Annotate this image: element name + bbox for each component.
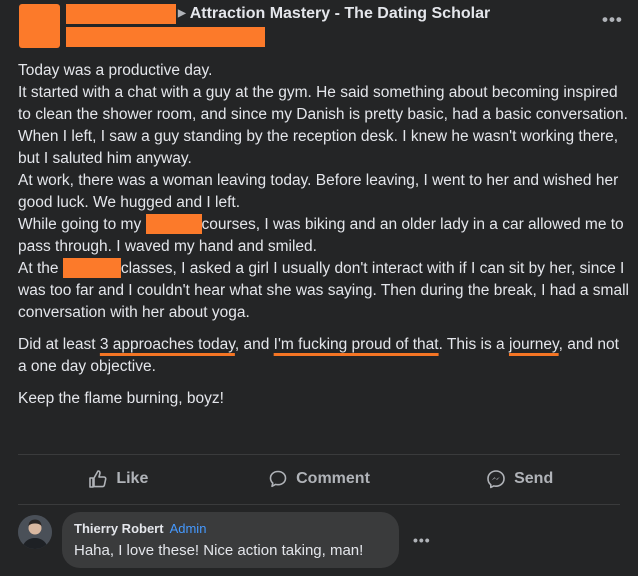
post-card: ▶ Attraction Mastery - The Dating Scholar…	[0, 0, 638, 576]
group-link[interactable]: ▶ Attraction Mastery - The Dating Scholar	[178, 5, 490, 23]
avatar[interactable]	[18, 515, 52, 549]
body-text-part: While going to my	[18, 216, 146, 233]
post-body: Today was a productive day. It started w…	[18, 60, 630, 410]
redacted-post-meta	[66, 27, 265, 47]
body-line: Did at least 3 approaches today, and I'm…	[18, 334, 630, 378]
comment-header: Thierry Robert Admin	[74, 521, 206, 536]
highlighted-text: 3 approaches today	[99, 336, 235, 353]
thumbs-up-icon	[89, 470, 107, 488]
divider	[18, 454, 620, 455]
comment-bubble: Thierry Robert Admin Haha, I love these! …	[62, 512, 399, 568]
profile-photo-icon	[18, 515, 52, 549]
arrow-right-icon: ▶	[178, 8, 186, 19]
send-label: Send	[514, 470, 554, 487]
divider	[18, 504, 620, 505]
send-button[interactable]: Send	[419, 456, 620, 502]
highlighted-text: journey	[508, 336, 559, 353]
body-line: When I left, I saw a guy standing by the…	[18, 128, 619, 167]
speech-bubble-icon	[269, 470, 287, 488]
comment-text: Haha, I love these! Nice action taking, …	[74, 542, 364, 559]
action-bar: Like Comment Send	[18, 456, 620, 502]
body-text-part: , and	[234, 336, 274, 353]
body-text-part: At the	[18, 260, 63, 277]
body-line: While going to my courses, I was biking …	[18, 214, 630, 258]
redacted-text	[62, 258, 121, 278]
redacted-avatar	[19, 4, 60, 48]
admin-badge: Admin	[169, 521, 207, 536]
comment-author[interactable]: Thierry Robert	[74, 521, 164, 536]
like-label: Like	[116, 470, 149, 487]
redacted-text	[145, 214, 202, 234]
body-line: It started with a chat with a guy at the…	[18, 84, 628, 123]
body-text-part: . This is a	[438, 336, 509, 353]
more-options-icon[interactable]: •••	[602, 10, 623, 30]
comment-label: Comment	[296, 470, 370, 487]
group-name[interactable]: Attraction Mastery - The Dating Scholar	[190, 5, 491, 22]
messenger-icon	[487, 470, 505, 489]
highlighted-text: I'm fucking proud of that	[273, 336, 439, 353]
comment-more-icon[interactable]: •••	[413, 532, 431, 548]
body-text-part: Did at least	[18, 336, 100, 353]
body-line: Today was a productive day.	[18, 62, 213, 79]
comment-button[interactable]: Comment	[219, 456, 420, 502]
body-line: At work, there was a woman leaving today…	[18, 172, 619, 211]
redacted-author-name	[66, 4, 176, 24]
body-line: Keep the flame burning, boyz!	[18, 390, 224, 407]
body-line: At the classes, I asked a girl I usually…	[18, 258, 630, 324]
like-button[interactable]: Like	[18, 456, 219, 502]
